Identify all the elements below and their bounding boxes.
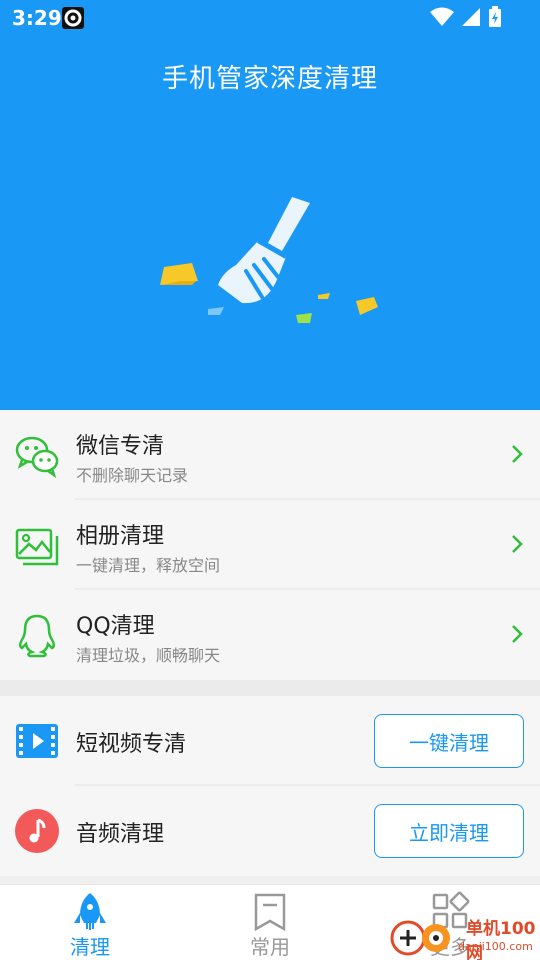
list-item-album-clean[interactable]: 相册清理 一键清理，释放空间	[0, 500, 540, 590]
item-title: 微信专清	[76, 434, 165, 459]
watermark-text: 单机100网	[466, 919, 536, 960]
chevron-right-icon	[512, 625, 523, 643]
clean-now-button[interactable]: 立即清理	[374, 804, 524, 858]
item-subtitle: 不删除聊天记录	[76, 466, 189, 485]
item-subtitle: 一键清理，释放空间	[76, 556, 221, 575]
list-item-qq-clean[interactable]: QQ清理 清理垃圾，顺畅聊天	[0, 590, 540, 680]
list-item-audio-clean: 音频清理 立即清理	[0, 786, 540, 876]
gallery-icon	[15, 528, 59, 566]
list-item-short-video-clean: 短视频专清 一键清理	[0, 696, 540, 786]
music-note-icon	[15, 809, 59, 853]
watermark-url: danji100.com	[458, 940, 533, 953]
tab-clean[interactable]: 清理	[0, 885, 180, 960]
chevron-right-icon	[512, 445, 523, 463]
item-subtitle: 清理垃圾，顺畅聊天	[76, 646, 221, 665]
rocket-icon	[74, 893, 106, 930]
one-click-clean-button[interactable]: 一键清理	[374, 714, 524, 768]
status-time: 3:29	[12, 6, 62, 30]
list-item-wechat-clean[interactable]: 微信专清 不删除聊天记录	[0, 410, 540, 500]
wifi-icon	[430, 7, 454, 31]
bookmark-icon	[254, 893, 286, 931]
page-title: 手机管家深度清理	[161, 64, 378, 94]
signal-icon	[460, 7, 482, 31]
tab-label: 常用	[250, 935, 290, 959]
item-title: 短视频专清	[76, 732, 187, 757]
tab-label: 清理	[70, 935, 110, 959]
qq-icon	[19, 614, 55, 658]
hero-banner: 3:29 手机管家深度清理	[0, 0, 540, 410]
broom-illustration	[160, 197, 378, 323]
chevron-right-icon	[512, 535, 523, 553]
item-title: 相册清理	[76, 524, 165, 549]
status-bar: 3:29	[0, 0, 540, 36]
item-title: QQ清理	[76, 614, 155, 639]
item-title: 音频清理	[76, 822, 165, 847]
video-icon	[16, 724, 58, 758]
app-notification-icon	[62, 7, 84, 29]
wechat-icon	[15, 436, 59, 478]
tab-common[interactable]: 常用	[180, 885, 360, 960]
battery-icon	[488, 6, 502, 32]
section-divider	[0, 680, 540, 696]
